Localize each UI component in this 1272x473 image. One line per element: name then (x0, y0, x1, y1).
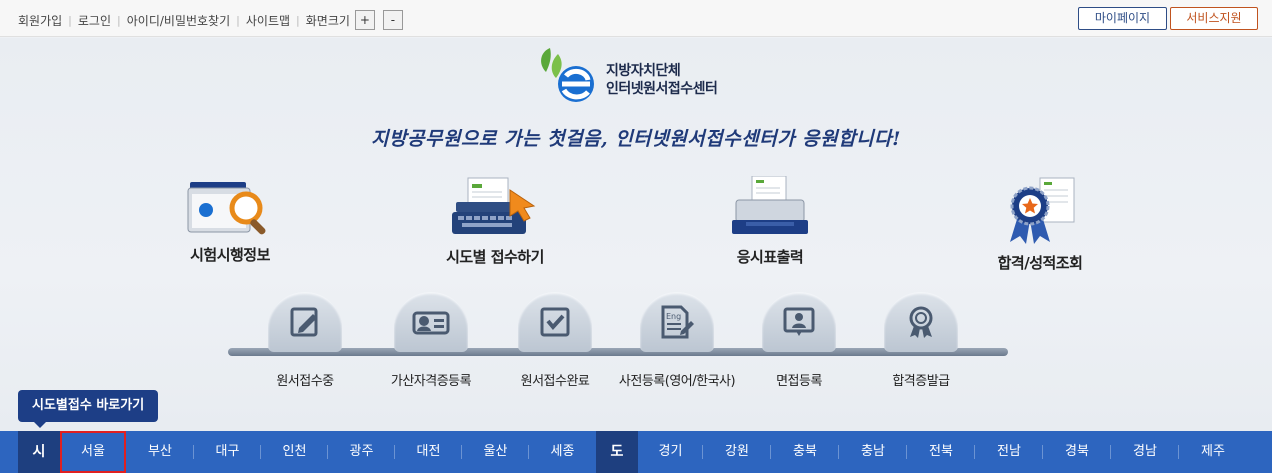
pencil-icon (290, 307, 318, 337)
zoom-out-button[interactable]: - (382, 10, 403, 30)
signup-link[interactable]: 회원가입 (18, 12, 62, 29)
zoom-label: 화면크기 (305, 13, 350, 28)
step-certificate-button[interactable]: 합격증발급 (884, 292, 958, 389)
id-card-icon (412, 311, 450, 335)
region-chungnam[interactable]: 충남 (839, 431, 907, 473)
step-bubble (394, 292, 468, 352)
exam-info-button[interactable]: 시험시행정보 (160, 176, 300, 265)
printer-icon (732, 176, 808, 234)
region-sejong[interactable]: 세종 (529, 431, 596, 473)
region-gyeonggi[interactable]: 경기 (638, 431, 703, 473)
divider: | (296, 13, 300, 27)
sitemap-link[interactable]: 사이트맵 (246, 12, 290, 29)
step-bubble (268, 292, 342, 352)
apply-by-region-button[interactable]: 시도별 접수하기 (420, 176, 570, 267)
interview-icon (783, 307, 815, 336)
region-jeju[interactable]: 제주 (1179, 431, 1247, 473)
region-gangwon[interactable]: 강원 (703, 431, 771, 473)
divider: | (68, 13, 72, 27)
mypage-button[interactable]: 마이페이지 (1078, 7, 1167, 30)
divider: | (236, 13, 240, 27)
brand-line-1: 지방자치단체 (606, 63, 681, 79)
si-label: 시 (18, 431, 60, 473)
region-seoul[interactable]: 서울 (60, 431, 126, 473)
login-link[interactable]: 로그인 (78, 12, 111, 29)
region-daejeon[interactable]: 대전 (395, 431, 462, 473)
svg-text:Eng: Eng (666, 312, 681, 321)
region-ulsan[interactable]: 울산 (462, 431, 529, 473)
support-button[interactable]: 서비스지원 (1170, 7, 1258, 30)
service-label: 시험시행정보 (190, 246, 270, 264)
region-jeonbuk[interactable]: 전북 (907, 431, 975, 473)
region-gwangju[interactable]: 광주 (328, 431, 395, 473)
logo-icon[interactable] (536, 42, 606, 104)
eng-document-icon: Eng (661, 305, 694, 339)
do-label: 도 (596, 431, 638, 473)
top-utility-bar: 회원가입 | 로그인 | 아이디/비밀번호찾기 | 사이트맵 | 화면크기 + … (0, 0, 1272, 37)
region-shortcut-tab: 시도별접수 바로가기 (18, 390, 159, 428)
medal-icon (909, 306, 933, 338)
print-admission-ticket-button[interactable]: 응시표출력 (700, 176, 840, 267)
step-bubble: Eng (640, 292, 714, 352)
service-label: 시도별 접수하기 (446, 248, 544, 266)
step-bubble (884, 292, 958, 352)
checkbox-icon (540, 307, 570, 337)
zoom-in-button[interactable]: + (354, 10, 375, 30)
step-bonus-cert-button[interactable]: 가산자격증등록 (391, 292, 472, 389)
brand-line-2: 인터넷원서접수센터 (606, 81, 718, 97)
step-interview-button[interactable]: 면접등록 (762, 292, 836, 389)
typewriter-cursor-icon (452, 177, 536, 234)
service-label: 합격/성적조회 (997, 254, 1083, 272)
pass-score-inquiry-button[interactable]: 합격/성적조회 (970, 176, 1110, 273)
divider: | (117, 13, 121, 27)
region-nav: 시 서울 부산 대구 인천 광주 대전 울산 세종 도 경기 강원 충북 충남 … (0, 431, 1272, 473)
step-complete-button[interactable]: 원서접수완료 (518, 292, 592, 389)
region-gyeongbuk[interactable]: 경북 (1043, 431, 1111, 473)
find-id-password-link[interactable]: 아이디/비밀번호찾기 (127, 12, 230, 29)
step-pre-register-button[interactable]: Eng 사전등록(영어/한국사) (619, 292, 736, 389)
region-jeonnam[interactable]: 전남 (975, 431, 1043, 473)
step-bubble (518, 292, 592, 352)
award-ribbon-icon (1010, 177, 1075, 244)
slogan: 지방공무원으로 가는 첫걸음, 인터넷원서접수센터가 응원합니다! (371, 128, 901, 150)
brand-name: 지방자치단체 인터넷원서접수센터 (606, 62, 718, 98)
step-label: 합격증발급 (892, 374, 950, 389)
utility-links: 회원가입 | 로그인 | 아이디/비밀번호찾기 | 사이트맵 | 화면크기 + … (18, 10, 403, 30)
region-daegu[interactable]: 대구 (194, 431, 261, 473)
region-busan[interactable]: 부산 (126, 431, 194, 473)
service-label: 응시표출력 (736, 248, 804, 266)
step-applying-button[interactable]: 원서접수중 (268, 292, 342, 389)
region-chungbuk[interactable]: 충북 (771, 431, 839, 473)
step-bubble (762, 292, 836, 352)
folder-magnifier-icon (187, 182, 266, 235)
region-incheon[interactable]: 인천 (261, 431, 328, 473)
region-gyeongnam[interactable]: 경남 (1111, 431, 1179, 473)
